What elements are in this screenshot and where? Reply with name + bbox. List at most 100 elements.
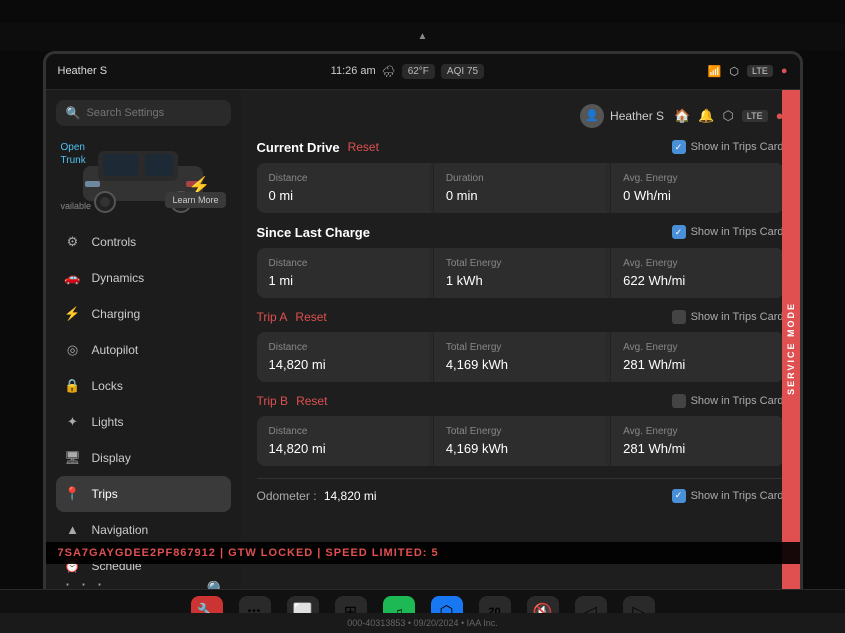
learn-more-button[interactable]: Learn More — [165, 192, 225, 208]
trip-b-title: Trip B — [257, 394, 289, 408]
current-drive-stat-0: Distance 0 mi — [257, 163, 429, 213]
service-mode-text: SERVICE MODE — [786, 302, 796, 395]
odometer-label: Odometer : 14,820 mi — [257, 489, 377, 503]
trip-b-label-1: Total Energy — [446, 426, 594, 437]
slc-stat-2: Avg. Energy 622 Wh/mi — [610, 248, 783, 298]
trip-b-show-label: Show in Trips Card — [691, 395, 784, 407]
nav-label-lights: Lights — [92, 415, 124, 429]
odometer-bar: Odometer : 14,820 mi ✓ Show in Trips Car… — [257, 478, 784, 507]
since-last-charge-title: Since Last Charge — [257, 225, 370, 240]
search-input[interactable] — [86, 107, 220, 119]
trip-b-header: Trip B Reset Show in Trips Card — [257, 394, 784, 408]
search-bar[interactable]: 🔍 — [56, 100, 231, 126]
vin-text: 7SA7GAYGDEE2PF867912 | GTW LOCKED | SPEE… — [58, 547, 439, 559]
slc-stat-0: Distance 1 mi — [257, 248, 429, 298]
nav-item-charging[interactable]: ⚡ Charging — [56, 296, 231, 332]
current-drive-label-0: Distance — [269, 173, 417, 184]
aqi-display: AQI 75 — [441, 64, 484, 79]
wifi-icon: 📶 — [708, 65, 722, 78]
current-drive-show-label: Show in Trips Card — [691, 141, 784, 153]
current-drive-value-2: 0 Wh/mi — [623, 188, 771, 203]
since-last-charge-checkbox[interactable]: ✓ — [672, 225, 686, 239]
nav-label-dynamics: Dynamics — [92, 271, 145, 285]
odometer-show-label: Show in Trips Card — [691, 490, 784, 502]
trip-b-checkbox[interactable] — [672, 394, 686, 408]
home-icon[interactable]: 🏠 — [674, 108, 690, 124]
nav-label-display: Display — [92, 451, 131, 465]
trip-a-section: Trip A Reset Show in Trips Card Distance… — [257, 310, 784, 382]
nav-item-display[interactable]: 🖥 Display — [56, 440, 231, 476]
charging-nav-icon: ⚡ — [64, 305, 82, 323]
nav-item-locks[interactable]: 🔒 Locks — [56, 368, 231, 404]
nav-label-locks: Locks — [92, 379, 123, 393]
trip-a-value-1: 4,169 kWh — [446, 357, 594, 372]
since-last-charge-show-label: Show in Trips Card — [691, 226, 784, 238]
current-drive-stat-1: Duration 0 min — [433, 163, 606, 213]
trip-b-section: Trip B Reset Show in Trips Card Distance… — [257, 394, 784, 466]
top-label: ▲ — [418, 31, 428, 42]
trip-b-reset[interactable]: Reset — [296, 394, 327, 408]
trip-a-meta: Trip A Reset — [257, 310, 327, 324]
slc-value-1: 1 kWh — [446, 273, 594, 288]
user-header: 👤 Heather S 🏠 🔔 ⬡ LTE ● — [257, 104, 784, 128]
slc-value-0: 1 mi — [269, 273, 417, 288]
bell-icon[interactable]: 🔔 — [698, 108, 714, 124]
trip-b-stat-1: Total Energy 4,169 kWh — [433, 416, 606, 466]
trip-a-checkbox[interactable] — [672, 310, 686, 324]
trip-a-stat-2: Avg. Energy 281 Wh/mi — [610, 332, 783, 382]
bt-header-icon[interactable]: ⬡ — [722, 108, 733, 124]
current-drive-show-trips[interactable]: ✓ Show in Trips Card — [672, 140, 784, 154]
current-drive-value-0: 0 mi — [269, 188, 417, 203]
current-drive-section: Current Drive Reset ✓ Show in Trips Card… — [257, 140, 784, 213]
current-drive-label-1: Duration — [446, 173, 594, 184]
navigation-icon: ▲ — [64, 521, 82, 539]
current-drive-checkbox[interactable]: ✓ — [672, 140, 686, 154]
current-drive-value-1: 0 min — [446, 188, 594, 203]
top-bar-left: Heather S — [58, 65, 108, 77]
nav-label-navigation: Navigation — [92, 523, 149, 537]
current-drive-title: Current Drive — [257, 140, 340, 155]
trip-a-stat-0: Distance 14,820 mi — [257, 332, 429, 382]
autopilot-icon: ◎ — [64, 341, 82, 359]
odometer-show-trips[interactable]: ✓ Show in Trips Card — [672, 489, 784, 503]
nav-item-autopilot[interactable]: ◎ Autopilot — [56, 332, 231, 368]
slc-value-2: 622 Wh/mi — [623, 273, 771, 288]
time-display: 11:26 am — [331, 65, 376, 77]
current-drive-reset[interactable]: Reset — [348, 140, 379, 154]
trip-b-label-2: Avg. Energy — [623, 426, 771, 437]
user-name-top: Heather S — [58, 65, 108, 77]
nav-label-autopilot: Autopilot — [92, 343, 139, 357]
locks-icon: 🔒 — [64, 377, 82, 395]
slc-stat-1: Total Energy 1 kWh — [433, 248, 606, 298]
trip-a-label-0: Distance — [269, 342, 417, 353]
current-drive-stats: Distance 0 mi Duration 0 min Avg. Energy… — [257, 163, 784, 213]
trip-a-show-trips[interactable]: Show in Trips Card — [672, 310, 784, 324]
trip-a-stat-1: Total Energy 4,169 kWh — [433, 332, 606, 382]
trip-a-label-2: Avg. Energy — [623, 342, 771, 353]
trip-b-value-1: 4,169 kWh — [446, 441, 594, 456]
trip-b-stats: Distance 14,820 mi Total Energy 4,169 kW… — [257, 416, 784, 466]
trip-b-show-trips[interactable]: Show in Trips Card — [672, 394, 784, 408]
nav-item-dynamics[interactable]: 🚗 Dynamics — [56, 260, 231, 296]
user-name: Heather S — [610, 109, 664, 123]
open-trunk-label[interactable]: Open Trunk — [61, 141, 86, 167]
car-image-area: Open Trunk ⚡ — [56, 136, 231, 216]
current-drive-meta: Current Drive Reset — [257, 140, 379, 155]
nav-label-controls: Controls — [92, 235, 137, 249]
nav-item-controls[interactable]: ⚙ Controls — [56, 224, 231, 260]
odometer-checkbox[interactable]: ✓ — [672, 489, 686, 503]
trip-a-reset[interactable]: Reset — [295, 310, 326, 324]
dynamics-icon: 🚗 — [64, 269, 82, 287]
since-last-charge-show-trips[interactable]: ✓ Show in Trips Card — [672, 225, 784, 239]
trip-b-stat-0: Distance 14,820 mi — [257, 416, 429, 466]
user-info: 👤 Heather S — [580, 104, 664, 128]
nav-item-lights[interactable]: ✦ Lights — [56, 404, 231, 440]
trip-a-show-label: Show in Trips Card — [691, 311, 784, 323]
since-last-charge-section: Since Last Charge ✓ Show in Trips Card D… — [257, 225, 784, 298]
trip-a-stats: Distance 14,820 mi Total Energy 4,169 kW… — [257, 332, 784, 382]
current-drive-label-2: Avg. Energy — [623, 173, 771, 184]
nav-item-trips[interactable]: 📍 Trips — [56, 476, 231, 512]
outer-frame: ▲ Heather S 11:26 am 🌧 62°F AQI 75 📶 ⬡ L… — [0, 0, 845, 633]
trip-a-value-2: 281 Wh/mi — [623, 357, 771, 372]
available-label: vailable — [61, 201, 92, 211]
